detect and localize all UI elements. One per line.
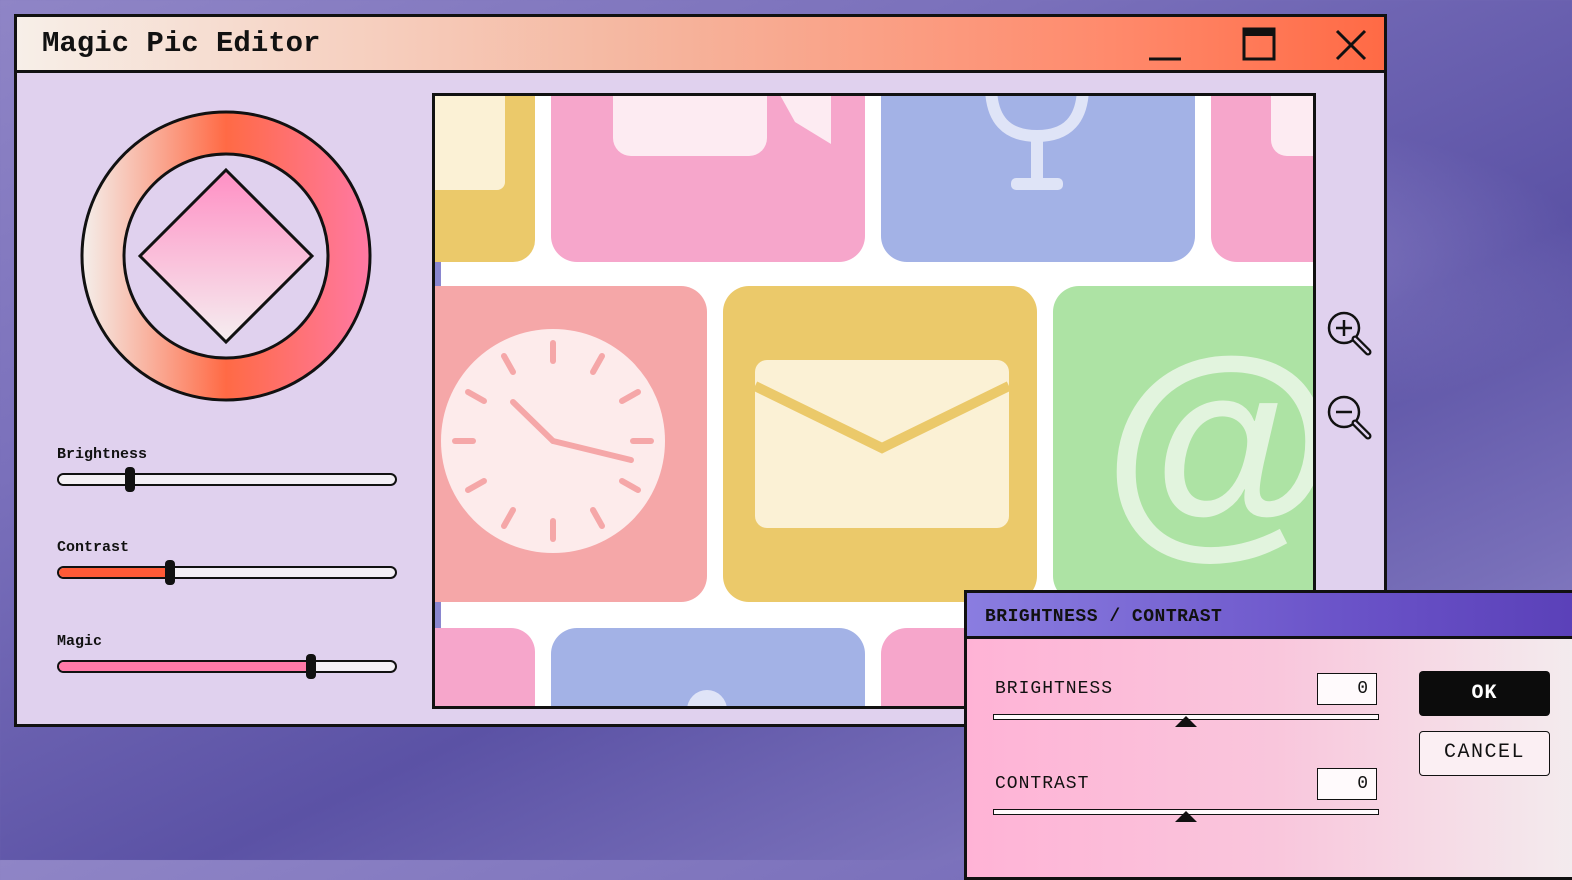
contrast-fill — [59, 568, 170, 577]
dialog-contrast-label: CONTRAST — [995, 774, 1090, 794]
blue-tile — [551, 628, 865, 706]
magic-label: Magic — [57, 633, 103, 650]
contrast-thumb[interactable] — [165, 560, 175, 585]
contrast-value-field[interactable]: 0 — [1317, 768, 1377, 800]
brightness-fill — [59, 475, 130, 484]
at-sign-icon: @ — [1053, 286, 1313, 602]
dialog-titlebar[interactable]: BRIGHTNESS / CONTRAST — [967, 593, 1572, 639]
brightness-slider[interactable] — [57, 467, 397, 492]
zoom-out-icon — [1327, 395, 1372, 440]
color-wheel-icon — [80, 110, 372, 402]
magic-slider[interactable] — [57, 654, 397, 679]
clock-icon — [435, 286, 707, 602]
cancel-button[interactable]: CANCEL — [1419, 731, 1550, 776]
zoom-out-button[interactable] — [1325, 393, 1373, 441]
svg-text:@: @ — [1103, 309, 1313, 577]
brightness-label: Brightness — [57, 446, 148, 463]
close-button[interactable] — [1331, 25, 1371, 65]
contrast-slider[interactable] — [57, 560, 397, 585]
mail-icon — [723, 286, 1037, 602]
microphone-icon — [881, 96, 1195, 262]
ok-button[interactable]: OK — [1419, 671, 1550, 716]
dialog-brightness-slider[interactable] — [993, 714, 1379, 727]
magic-thumb[interactable] — [306, 654, 316, 679]
zoom-in-icon — [1327, 311, 1372, 356]
minimize-icon — [1149, 57, 1181, 61]
magic-slider-group: Magic — [57, 633, 397, 679]
contrast-slider-group: Contrast — [57, 539, 397, 585]
maximize-button[interactable] — [1239, 25, 1279, 65]
window-titlebar[interactable]: Magic Pic Editor — [17, 17, 1384, 73]
minimize-button[interactable] — [1145, 25, 1185, 65]
brightness-thumb[interactable] — [125, 467, 135, 492]
magic-fill — [59, 662, 311, 671]
dialog-brightness-thumb[interactable] — [1175, 716, 1197, 727]
zoom-in-button[interactable] — [1325, 309, 1373, 357]
color-wheel[interactable] — [79, 109, 373, 403]
brightness-slider-group: Brightness — [57, 446, 397, 492]
maximize-icon — [1242, 27, 1276, 61]
dialog-contrast-slider[interactable] — [993, 809, 1379, 822]
brightness-value-field[interactable]: 0 — [1317, 673, 1377, 705]
dialog-title: BRIGHTNESS / CONTRAST — [985, 607, 1223, 627]
dialog-contrast-thumb[interactable] — [1175, 811, 1197, 822]
folder-icon — [435, 96, 535, 262]
window-title: Magic Pic Editor — [42, 27, 321, 60]
close-icon — [1335, 29, 1367, 61]
contrast-label: Contrast — [57, 539, 130, 556]
pink-app-icon — [1211, 96, 1313, 262]
chat-bubble-icon — [551, 96, 865, 262]
brightness-contrast-dialog: BRIGHTNESS / CONTRAST BRIGHTNESS 0 CONTR… — [964, 590, 1572, 880]
pink-tile — [435, 628, 535, 706]
dialog-brightness-label: BRIGHTNESS — [995, 679, 1114, 699]
